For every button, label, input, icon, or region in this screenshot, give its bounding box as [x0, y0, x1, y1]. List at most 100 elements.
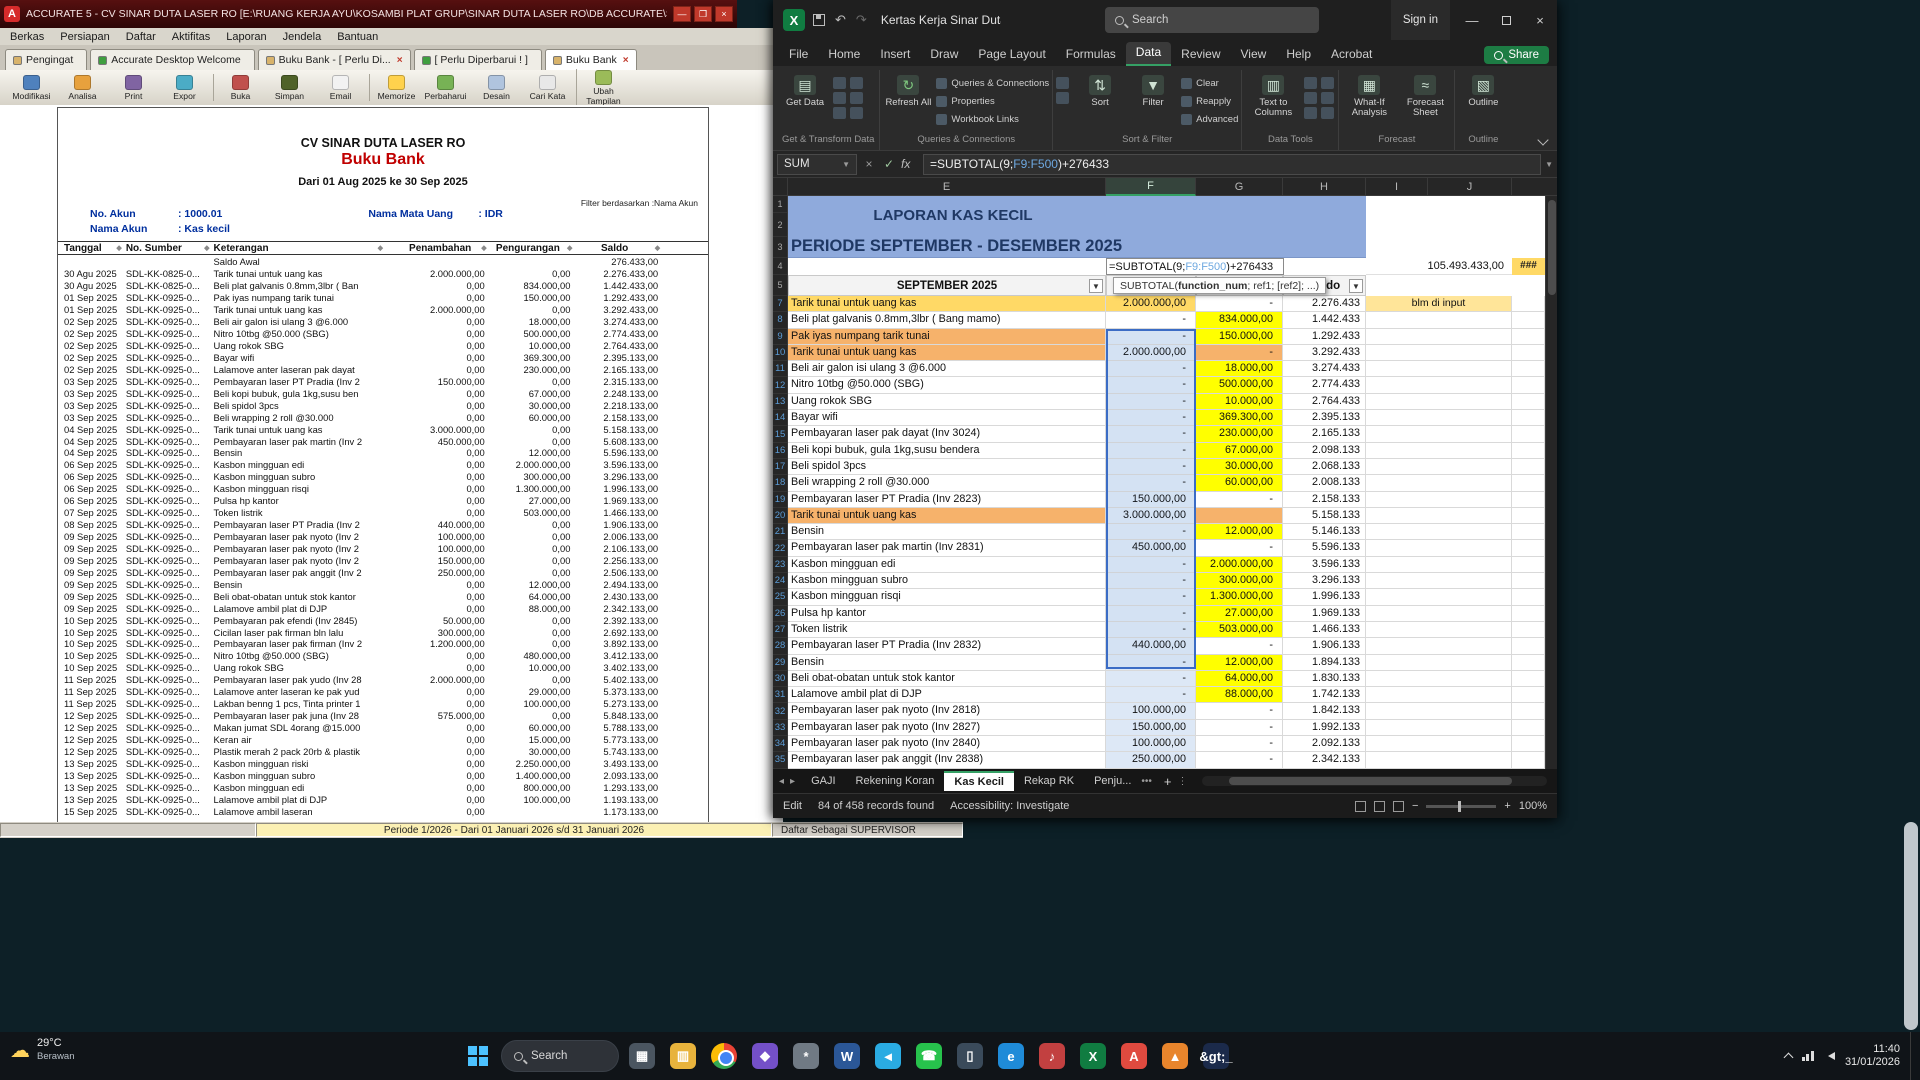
collapse-ribbon-icon[interactable] — [1537, 134, 1548, 145]
cell-keterangan[interactable]: Beli kopi bubuk, gula 1kg,susu bendera — [788, 443, 1106, 459]
settings-icon[interactable]: * — [788, 1038, 824, 1074]
column-header-j[interactable]: J — [1428, 178, 1512, 196]
table-row[interactable]: 09 Sep 2025 SDL-KK-0925-0... Pembayaran … — [58, 554, 708, 566]
row-number[interactable]: 19 — [773, 492, 787, 508]
cell-note[interactable] — [1366, 671, 1512, 687]
cell-note[interactable] — [1366, 361, 1512, 377]
get-data-button[interactable]: ▤ Get Data — [780, 72, 830, 108]
table-row[interactable]: 04 Sep 2025 SDL-KK-0925-0... Bensin 0,00… — [58, 447, 708, 459]
cell-penambahan[interactable]: 250.000,00 — [1106, 752, 1196, 768]
row-number[interactable]: 34 — [773, 736, 787, 752]
sheet-tab-kas-kecil[interactable]: Kas Kecil — [944, 771, 1014, 791]
formula-bar-expand-icon[interactable]: ▼ — [1545, 160, 1553, 169]
cell-note[interactable] — [1366, 557, 1512, 573]
cell-keterangan[interactable]: Beli spidol 3pcs — [788, 459, 1106, 475]
workbook-links-button[interactable]: Workbook Links — [936, 111, 1049, 127]
table-row[interactable]: 11 Sep 2025 SDL-KK-0925-0... Pembayaran … — [58, 674, 708, 686]
cell-saldo[interactable]: 2.276.433 — [1283, 296, 1366, 312]
what-if-analysis-button[interactable]: ▦ What-If Analysis — [1342, 72, 1396, 118]
table-row[interactable]: 10 Sep 2025 SDL-KK-0925-0... Pembayaran … — [58, 638, 708, 650]
table-row[interactable]: 06 Sep 2025 SDL-KK-0925-0... Kasbon ming… — [58, 483, 708, 495]
cell-penambahan[interactable]: - — [1106, 361, 1196, 377]
row-number[interactable]: 26 — [773, 606, 787, 622]
table-row[interactable]: 02 Sep 2025 SDL-KK-0925-0... Lalamove an… — [58, 363, 708, 375]
sheet-tab-rekening-koran[interactable]: Rekening Koran — [846, 772, 945, 790]
cell-saldo[interactable]: 1.992.133 — [1283, 720, 1366, 736]
cell-pengurangan[interactable]: 2.000.000,00 — [1196, 557, 1283, 573]
cell-k[interactable] — [1512, 736, 1545, 752]
network-icon[interactable] — [1802, 1051, 1814, 1061]
row-number[interactable]: 9 — [773, 329, 787, 345]
sheet-tab-rekap-rk[interactable]: Rekap RK — [1014, 772, 1084, 790]
cell-keterangan[interactable]: Tarik tunai untuk uang kas — [788, 345, 1106, 361]
table-row[interactable]: 03 Sep 2025 SDL-KK-0925-0... Pembayaran … — [58, 375, 708, 387]
text-to-columns-button[interactable]: ▥ Text to Columns — [1245, 72, 1301, 118]
row-number[interactable]: 12 — [773, 377, 787, 393]
status-accessibility[interactable]: Accessibility: Investigate — [950, 800, 1069, 812]
table-row[interactable]: 10 Sep 2025 SDL-KK-0925-0... Pembayaran … — [58, 614, 708, 626]
cell-k[interactable] — [1512, 459, 1545, 475]
data-tools-icons[interactable] — [1304, 72, 1335, 119]
volume-icon[interactable] — [1824, 1052, 1835, 1060]
vlc-icon[interactable]: ▲ — [1157, 1038, 1193, 1074]
table-row[interactable]: 02 Sep 2025 SDL-KK-0925-0... Bayar wifi … — [58, 352, 708, 364]
column-header-f[interactable]: F — [1106, 178, 1196, 196]
cell-note[interactable] — [1366, 752, 1512, 768]
filter-button[interactable]: ▼ Filter — [1128, 72, 1178, 108]
cell-pengurangan[interactable]: 150.000,00 — [1196, 329, 1283, 345]
cell-saldo[interactable]: 1.906.133 — [1283, 638, 1366, 654]
ribbon-tab-file[interactable]: File — [779, 44, 818, 66]
cell-pengurangan[interactable]: - — [1196, 720, 1283, 736]
cell-penambahan[interactable]: - — [1106, 377, 1196, 393]
cell-keterangan[interactable]: Pembayaran laser pak nyoto (Inv 2840) — [788, 736, 1106, 752]
row-number[interactable]: 28 — [773, 638, 787, 654]
table-row[interactable]: 13 Sep 2025 SDL-KK-0925-0... Lalamove am… — [58, 793, 708, 805]
accurate-close-button[interactable]: × — [715, 6, 733, 22]
cell-pengurangan[interactable]: 27.000,00 — [1196, 606, 1283, 622]
cell-pengurangan[interactable] — [1196, 508, 1283, 524]
cell-pengurangan[interactable]: 10.000,00 — [1196, 394, 1283, 410]
photos-icon[interactable]: ◆ — [747, 1038, 783, 1074]
cell-penambahan[interactable]: 150.000,00 — [1106, 720, 1196, 736]
forecast-sheet-button[interactable]: ≈ Forecast Sheet — [1399, 72, 1451, 118]
cell-keterangan[interactable]: Uang rokok SBG — [788, 394, 1106, 410]
cell-saldo[interactable]: 1.466.133 — [1283, 622, 1366, 638]
table-row[interactable]: 02 Sep 2025 SDL-KK-0925-0... Uang rokok … — [58, 340, 708, 352]
task-view-icon[interactable]: ▦ — [624, 1038, 660, 1074]
table-row[interactable]: 04 Sep 2025 SDL-KK-0925-0... Pembayaran … — [58, 435, 708, 447]
ribbon-tab-help[interactable]: Help — [1276, 44, 1321, 66]
cell-pengurangan[interactable]: - — [1196, 296, 1283, 312]
tab-pengingat[interactable]: Pengingat — [5, 49, 87, 70]
cell-saldo[interactable]: 2.395.133 — [1283, 410, 1366, 426]
column-header-e[interactable]: E — [788, 178, 1106, 196]
cell-saldo[interactable]: 1.894.133 — [1283, 655, 1366, 671]
cell-keterangan[interactable]: Pulsa hp kantor — [788, 606, 1106, 622]
cell-k[interactable] — [1512, 557, 1545, 573]
cell-k[interactable] — [1512, 589, 1545, 605]
sort-az-icons[interactable] — [1056, 72, 1072, 104]
cell-k[interactable] — [1512, 638, 1545, 654]
ribbon-tab-draw[interactable]: Draw — [920, 44, 968, 66]
cell-pengurangan[interactable]: - — [1196, 492, 1283, 508]
properties-button[interactable]: Properties — [936, 93, 1049, 109]
cell-pengurangan[interactable]: 18.000,00 — [1196, 361, 1283, 377]
media-player-icon[interactable]: ♪ — [1034, 1038, 1070, 1074]
cell-penambahan[interactable]: - — [1106, 426, 1196, 442]
page-break-view-icon[interactable] — [1393, 801, 1404, 812]
row-number[interactable]: 27 — [773, 622, 787, 638]
cell-note[interactable] — [1366, 394, 1512, 410]
toolbar-perbaharui[interactable]: Perbaharui — [420, 74, 471, 101]
cell-k[interactable] — [1512, 394, 1545, 410]
menu-item[interactable]: Berkas — [10, 31, 44, 43]
ribbon-tab-review[interactable]: Review — [1171, 44, 1230, 66]
cell-note[interactable] — [1366, 703, 1512, 719]
cell-k[interactable] — [1512, 361, 1545, 377]
cell-keterangan[interactable]: Tarik tunai untuk uang kas — [788, 296, 1106, 312]
table-row[interactable]: 06 Sep 2025 SDL-KK-0925-0... Pulsa hp ka… — [58, 495, 708, 507]
cell-pengurangan[interactable]: 500.000,00 — [1196, 377, 1283, 393]
cell-note[interactable] — [1366, 492, 1512, 508]
table-row[interactable]: 03 Sep 2025 SDL-KK-0925-0... Beli kopi b… — [58, 387, 708, 399]
cell-k[interactable] — [1512, 329, 1545, 345]
toolbar-simpan[interactable]: Simpan — [264, 74, 315, 101]
cell-keterangan[interactable]: Pembayaran laser pak anggit (Inv 2838) — [788, 752, 1106, 768]
